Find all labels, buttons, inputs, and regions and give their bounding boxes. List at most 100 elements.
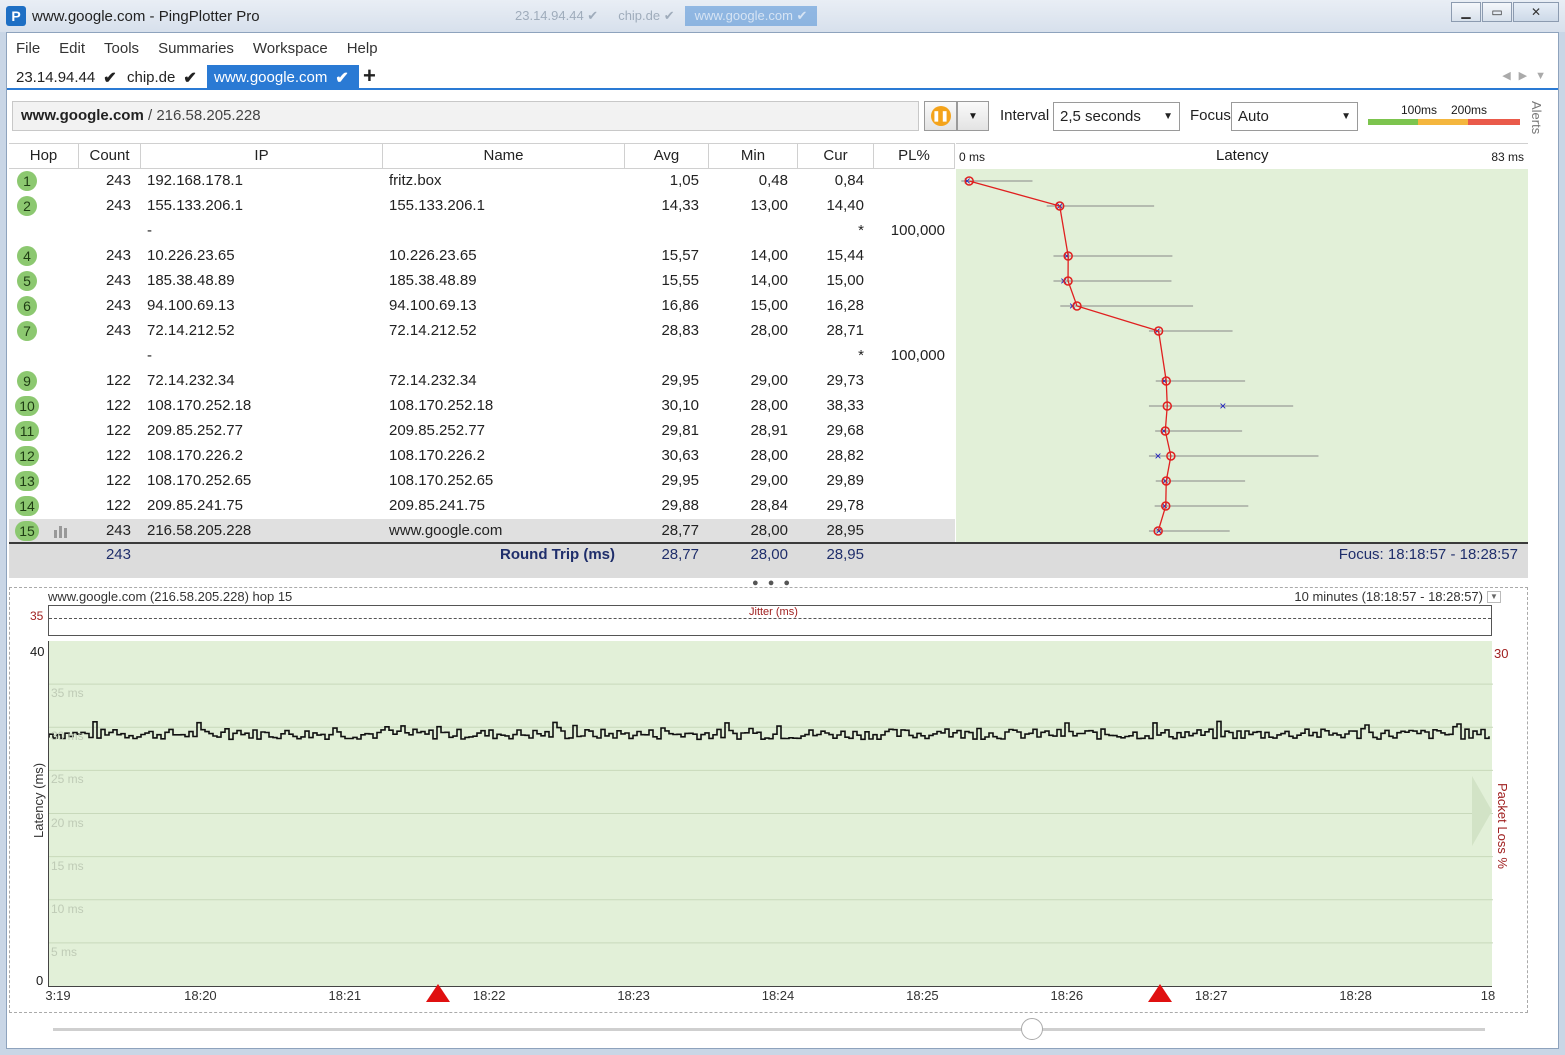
time-scrollbar-thumb[interactable] (1021, 1018, 1043, 1040)
ghost-tab: chip.de ✔ (618, 8, 675, 23)
hop-number-badge: 5 (17, 271, 37, 291)
minimize-button[interactable]: ▁ (1451, 2, 1481, 22)
table-row[interactable]: - * 100,000 (9, 219, 955, 244)
packet-loss-axis-max: 30 (1494, 646, 1509, 661)
chevron-down-icon[interactable]: ▼ (1487, 591, 1501, 603)
cell-count: 243 (105, 272, 131, 289)
cell-avg: 30,63 (661, 447, 699, 464)
tab-www-google-com[interactable]: www.google.com ✔ (207, 65, 359, 90)
tab-label: 23.14.94.44 (16, 69, 96, 86)
jitter-line (49, 618, 1491, 619)
cell-cur: * (858, 222, 864, 239)
column-ip[interactable]: IP (141, 144, 383, 169)
column-cur[interactable]: Cur (798, 144, 874, 169)
cell-count: 243 (105, 197, 131, 214)
cell-pl (874, 419, 945, 444)
menu-tools[interactable]: Tools (104, 40, 139, 57)
cell-pl: 100,000 (890, 347, 945, 364)
tab-chip-de[interactable]: chip.de ✔ (123, 65, 201, 90)
tab-scroll-arrows[interactable]: ◀▶▼ (1502, 69, 1554, 82)
latency-min-label: 0 ms (959, 150, 986, 164)
latency-history-plot: 35 ms 30 ms 25 ms 20 ms 15 ms 10 ms 5 ms (48, 641, 1493, 986)
pause-dropdown-button[interactable]: ▼ (957, 101, 989, 131)
cell-name: 108.170.252.65 (389, 472, 494, 489)
add-tab-icon[interactable]: + (363, 63, 376, 89)
cell-ip: 108.170.252.18 (147, 397, 252, 414)
pause-button[interactable]: ❚❚ (924, 101, 957, 131)
cell-min: 28,91 (750, 422, 788, 439)
summary-count: 243 (105, 546, 131, 563)
cell-ip: 216.58.205.228 (147, 522, 252, 539)
table-row[interactable]: 13 122 108.170.252.65 108.170.252.65 29,95 29… (9, 469, 955, 494)
scale-warn-bar (1418, 119, 1468, 125)
menu-help[interactable]: Help (347, 40, 378, 57)
focus-label: Focus (1190, 107, 1231, 124)
menu-file[interactable]: File (16, 40, 40, 57)
target-address-field[interactable]: www.google.com / 216.58.205.228 (12, 101, 919, 131)
table-row[interactable]: 12 122 108.170.226.2 108.170.226.2 30,63 28,0… (9, 444, 955, 469)
hop-table: Hop Count IP Name Avg Min Cur PL% 1 243 19… (9, 143, 1528, 579)
cell-count (79, 344, 131, 369)
latency-axis-max: 40 (30, 644, 45, 659)
tab-23-14-94-44[interactable]: 23.14.94.44 ✔ (12, 65, 121, 90)
check-icon: ✔ (335, 69, 349, 87)
table-row[interactable]: - * 100,000 (9, 344, 955, 369)
scroll-right-arrow-icon[interactable] (1472, 776, 1492, 846)
column-avg[interactable]: Avg (625, 144, 709, 169)
column-min[interactable]: Min (709, 144, 798, 169)
latency-trace-line (968, 180, 1172, 532)
table-row[interactable]: 1 243 192.168.178.1 fritz.box 1,05 0,48 0,84 (9, 169, 955, 194)
cell-min: 28,00 (750, 447, 788, 464)
hop-number-badge: 6 (17, 296, 37, 316)
cell-pl (874, 194, 945, 219)
menu-bar: File Edit Tools Summaries Workspace Help (7, 33, 1558, 63)
cell-min (709, 344, 788, 369)
chevron-down-icon: ▼ (1341, 111, 1351, 122)
maximize-button[interactable]: ▭ (1482, 2, 1512, 22)
interval-select[interactable]: 2,5 seconds ▼ (1053, 102, 1180, 131)
time-scrollbar-track[interactable] (53, 1028, 1485, 1031)
time-tick-label: 18:26 (1050, 988, 1084, 1003)
table-row[interactable]: 9 122 72.14.232.34 72.14.232.34 29,95 29,00 29… (9, 369, 955, 394)
scale-100ms-label: 100ms (1401, 103, 1438, 117)
alerts-panel-toggle[interactable]: Alerts (1529, 101, 1544, 134)
hop-number-badge: 13 (15, 471, 39, 491)
latency-title: Latency (1216, 147, 1269, 164)
table-row[interactable]: 6 243 94.100.69.13 94.100.69.13 16,86 15,00 16… (9, 294, 955, 319)
cell-ip: 209.85.241.75 (147, 497, 243, 514)
detail-time-range[interactable]: 10 minutes (18:18:57 - 18:28:57) (1294, 589, 1483, 604)
cell-min: 14,00 (750, 247, 788, 264)
column-hop[interactable]: Hop (9, 144, 79, 169)
focus-select[interactable]: Auto ▼ (1231, 102, 1358, 131)
menu-edit[interactable]: Edit (59, 40, 85, 57)
alert-event-marker-icon[interactable] (1148, 984, 1172, 1002)
time-tick-label: 18:24 (761, 988, 795, 1003)
column-count[interactable]: Count (79, 144, 141, 169)
menu-workspace[interactable]: Workspace (253, 40, 328, 57)
table-row[interactable]: 14 122 209.85.241.75 209.85.241.75 29,88 28,8… (9, 494, 955, 519)
jitter-label: Jitter (ms) (749, 606, 798, 618)
table-row[interactable]: 5 243 185.38.48.89 185.38.48.89 15,55 14,00 15… (9, 269, 955, 294)
cell-pl (874, 394, 945, 419)
close-button[interactable]: ✕ (1513, 2, 1559, 22)
table-row[interactable]: 11 122 209.85.252.77 209.85.252.77 29,81 28,9… (9, 419, 955, 444)
latency-axis-title: Latency (ms) (31, 762, 46, 838)
cell-name: fritz.box (389, 172, 442, 189)
ghost-tab: www.google.com ✔ (684, 6, 818, 26)
hop-number-badge: 9 (17, 371, 37, 391)
cell-avg: 29,88 (661, 497, 699, 514)
cell-count: 122 (105, 497, 131, 514)
time-tick-label: 18:21 (328, 988, 362, 1003)
cell-pl (874, 169, 945, 194)
table-row[interactable]: 2 243 155.133.206.1 155.133.206.1 14,33 13,00… (9, 194, 955, 219)
column-name[interactable]: Name (383, 144, 625, 169)
table-row[interactable]: 4 243 10.226.23.65 10.226.23.65 15,57 14,00 15… (9, 244, 955, 269)
cell-name (389, 219, 619, 244)
alert-event-marker-icon[interactable] (426, 984, 450, 1002)
table-row[interactable]: 7 243 72.14.212.52 72.14.212.52 28,83 28,00 28… (9, 319, 955, 344)
table-row[interactable]: 10 122 108.170.252.18 108.170.252.18 30,10 28… (9, 394, 955, 419)
menu-summaries[interactable]: Summaries (158, 40, 234, 57)
column-pl[interactable]: PL% (874, 144, 955, 169)
graph-bars-icon[interactable] (53, 525, 69, 538)
table-row[interactable]: 15 243 216.58.205.228 www.google.com 28,77 28… (9, 519, 955, 544)
